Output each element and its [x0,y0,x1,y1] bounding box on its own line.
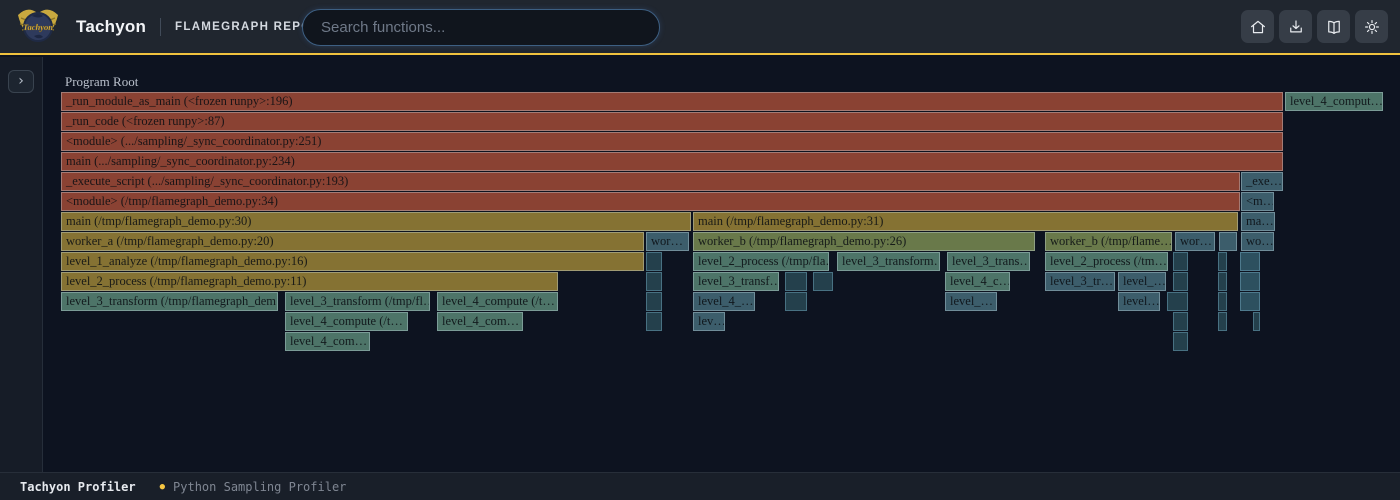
flame-bar[interactable] [646,252,662,271]
flame-bar[interactable]: level_4_c… [945,272,1010,291]
flame-bar[interactable]: wo… [1241,232,1274,251]
footer-subtitle: Python Sampling Profiler [173,480,346,494]
flame-bar[interactable]: _execute_script (.../sampling/_sync_coor… [61,172,1240,191]
flame-bar[interactable]: level_4_com… [437,312,523,331]
flame-bar[interactable]: level_4_compute (/t… [285,312,408,331]
flame-bar[interactable]: <module> (.../sampling/_sync_coordinator… [61,132,1283,151]
flame-bar[interactable]: _run_code (<frozen runpy>:87) [61,112,1283,131]
status-bar: Tachyon Profiler ● Python Sampling Profi… [0,472,1400,500]
flame-bar[interactable]: lev… [693,312,725,331]
flame-bar[interactable] [646,312,662,331]
flame-bar[interactable] [1240,292,1260,311]
flame-bar[interactable]: level_4_compute (/t… [437,292,558,311]
flame-bar[interactable] [1240,252,1260,271]
flame-bar[interactable]: worker_a (/tmp/flamegraph_demo.py:20) [61,232,644,251]
flame-bar[interactable]: level_3_tr… [1045,272,1115,291]
flame-bar[interactable] [1218,272,1227,291]
flame-bar[interactable] [785,292,807,311]
flame-bar[interactable]: level_4_com… [285,332,370,351]
flamegraph-canvas: Program Root _run_module_as_main (<froze… [0,0,1400,500]
flame-bar[interactable]: level_2_process (/tm… [1045,252,1168,271]
flame-bar[interactable]: level_… [945,292,997,311]
flame-bar[interactable] [813,272,833,291]
flame-root-frame[interactable]: Program Root [65,74,138,90]
flame-bar[interactable]: level_… [1118,272,1166,291]
flame-bar[interactable]: ma… [1241,212,1275,231]
flame-bar[interactable]: level_3_transf… [693,272,779,291]
flame-bar[interactable]: _exe… [1241,172,1283,191]
flame-bar[interactable]: main (.../sampling/_sync_coordinator.py:… [61,152,1283,171]
flame-bar[interactable]: level_2_process (/tmp/fla… [693,252,829,271]
flame-bar[interactable]: wor… [646,232,689,251]
flame-bar[interactable] [1219,232,1237,251]
flame-bar[interactable]: level_3_transform (/tmp/fl… [285,292,430,311]
flame-bar[interactable]: wor… [1175,232,1215,251]
flame-bar[interactable]: level_3_transform… [837,252,940,271]
flame-bar[interactable] [1218,292,1227,311]
flame-bar[interactable] [1173,312,1188,331]
flame-bar[interactable] [1167,292,1188,311]
flame-bar[interactable]: level_3_transform (/tmp/flamegraph_dem… [61,292,278,311]
flame-bar[interactable]: worker_b (/tmp/flame… [1045,232,1172,251]
flame-bar[interactable]: level_3_trans… [947,252,1030,271]
flame-bar[interactable] [1240,272,1260,291]
flame-bar[interactable]: <m… [1241,192,1274,211]
flame-bar[interactable]: main (/tmp/flamegraph_demo.py:30) [61,212,691,231]
flame-bar[interactable] [1218,312,1227,331]
flame-bar[interactable]: _run_module_as_main (<frozen runpy>:196) [61,92,1283,111]
flame-bar[interactable]: <module> (/tmp/flamegraph_demo.py:34) [61,192,1240,211]
flame-bar[interactable]: level_4_… [693,292,755,311]
flame-bar[interactable] [1173,272,1188,291]
flame-bar[interactable] [646,292,662,311]
status-dot-icon: ● [160,482,165,492]
footer-app-name: Tachyon Profiler [20,480,136,494]
flame-bar[interactable] [646,272,662,291]
flame-bar[interactable]: worker_b (/tmp/flamegraph_demo.py:26) [693,232,1035,251]
flame-bar[interactable]: level… [1118,292,1160,311]
flame-bar[interactable]: level_2_process (/tmp/flamegraph_demo.py… [61,272,558,291]
tachyon-flamegraph-app: { "header": { "app_title": "Tachyon", "r… [0,0,1400,500]
flame-bar[interactable] [1173,252,1188,271]
flame-bar[interactable]: main (/tmp/flamegraph_demo.py:31) [693,212,1238,231]
flame-bar[interactable] [1218,252,1227,271]
flame-bar[interactable] [1253,312,1260,331]
flame-bar[interactable]: level_4_comput… [1285,92,1383,111]
flame-bar[interactable] [785,272,807,291]
flame-bar[interactable] [1173,332,1188,351]
flame-bar[interactable]: level_1_analyze (/tmp/flamegraph_demo.py… [61,252,644,271]
